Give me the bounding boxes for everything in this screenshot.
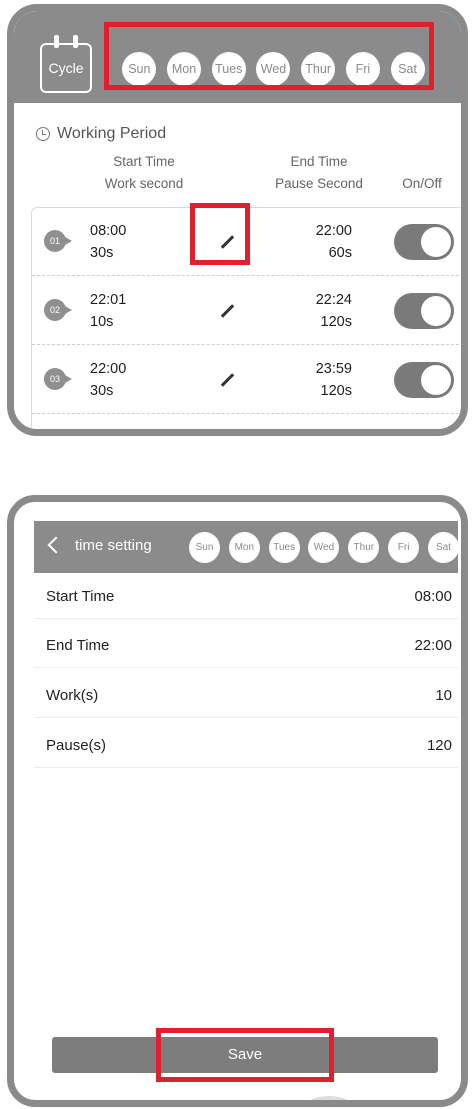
pause-seconds-value: 120 <box>426 737 452 754</box>
row-start-time: 22:00 <box>90 361 127 377</box>
period-row-3: 03 22:00 30s 23:59 120s <box>32 346 461 414</box>
day-thur[interactable]: Thur <box>301 52 336 86</box>
day-thur[interactable]: Thur <box>348 531 380 563</box>
row-on-off-toggle[interactable] <box>394 293 454 329</box>
row-work-seconds: 10s <box>90 314 114 330</box>
work-seconds-label: Work(s) <box>46 687 99 704</box>
on-off-header: On/Off <box>402 176 442 191</box>
row-number-badge: 03 <box>44 368 72 390</box>
start-time-header: Start Time <box>113 154 175 169</box>
start-column-header: Start Time Work second <box>74 151 214 195</box>
cycle-label: Cycle <box>48 60 84 76</box>
row-number-badge: 02 <box>44 299 72 321</box>
edit-pencil-icon[interactable] <box>220 235 235 249</box>
row-pause-seconds: 60s <box>328 245 352 261</box>
home-indicator <box>304 1096 354 1100</box>
row-end-time: 22:24 <box>315 292 352 308</box>
cycle-header: Cycle Sun Mon Tues Wed Thur Fri Sat <box>14 11 461 103</box>
day-fri[interactable]: Fri <box>345 52 380 86</box>
row-start-time: 08:00 <box>90 223 127 239</box>
day-sat[interactable]: Sat <box>427 531 459 563</box>
day-mon[interactable]: Mon <box>167 52 202 86</box>
time-setting-panel: time setting Sun Mon Tues Wed Thur Fri S… <box>7 495 468 1107</box>
start-time-value: 08:00 <box>414 588 452 605</box>
day-tues[interactable]: Tues <box>268 531 300 563</box>
end-time-label: End Time <box>46 637 110 654</box>
day-selector: Sun Mon Tues Wed Thur Fri Sat <box>189 531 459 563</box>
end-time-value: 22:00 <box>414 637 452 654</box>
day-selector: Sun Mon Tues Wed Thur Fri Sat <box>111 45 436 93</box>
day-wed[interactable]: Wed <box>308 531 340 563</box>
day-sat[interactable]: Sat <box>390 52 425 86</box>
start-time-row[interactable]: Start Time 08:00 <box>34 573 458 619</box>
work-seconds-row[interactable]: Work(s) 10 <box>34 672 458 718</box>
time-setting-title: time setting <box>75 537 152 554</box>
clock-icon <box>36 127 50 141</box>
end-time-row[interactable]: End Time 22:00 <box>34 622 458 668</box>
edit-pencil-icon[interactable] <box>220 373 235 387</box>
row-end-time: 23:59 <box>315 361 352 377</box>
edit-pencil-icon[interactable] <box>220 304 235 318</box>
row-work-seconds: 30s <box>90 383 114 399</box>
row-pause-seconds: 120s <box>320 383 352 399</box>
cycle-calendar-button[interactable]: Cycle <box>40 35 92 93</box>
day-fri[interactable]: Fri <box>388 531 420 563</box>
row-pause-seconds: 120s <box>320 314 352 330</box>
day-tues[interactable]: Tues <box>211 52 246 86</box>
pause-second-header: Pause Second <box>275 176 363 191</box>
row-start-time: 22:01 <box>90 292 127 308</box>
calendar-ring-icon <box>73 35 78 48</box>
row-on-off-toggle[interactable] <box>394 362 454 398</box>
row-on-off-toggle[interactable] <box>394 224 454 260</box>
row-work-seconds: 30s <box>90 245 114 261</box>
calendar-ring-icon <box>54 35 59 48</box>
time-setting-header: time setting Sun Mon Tues Wed Thur Fri S… <box>34 521 459 573</box>
row-number-badge: 01 <box>44 230 72 252</box>
work-second-header: Work second <box>104 176 184 191</box>
day-wed[interactable]: Wed <box>256 52 291 86</box>
period-row-2: 02 22:01 10s 22:24 120s <box>32 277 461 345</box>
day-sun[interactable]: Sun <box>122 52 157 86</box>
day-mon[interactable]: Mon <box>228 531 260 563</box>
back-chevron-icon[interactable] <box>47 536 65 554</box>
working-period-label: Working Period <box>57 125 167 142</box>
work-seconds-value: 10 <box>435 687 452 704</box>
pause-seconds-label: Pause(s) <box>46 737 107 754</box>
end-time-header: End Time <box>290 154 348 169</box>
end-column-header: End Time Pause Second <box>259 151 379 195</box>
period-list: 01 08:00 30s 22:00 60s 02 22:01 10s 22:2… <box>31 207 461 429</box>
working-period-panel: Cycle Sun Mon Tues Wed Thur Fri Sat Work… <box>7 4 468 436</box>
row-end-time: 22:00 <box>315 223 352 239</box>
pause-seconds-row[interactable]: Pause(s) 120 <box>34 722 458 768</box>
save-label: Save <box>227 1046 263 1063</box>
start-time-label: Start Time <box>46 588 115 605</box>
day-sun[interactable]: Sun <box>189 531 220 563</box>
period-row-1: 01 08:00 30s 22:00 60s <box>32 208 461 276</box>
working-period-title: Working Period <box>36 125 166 143</box>
save-button[interactable]: Save <box>52 1037 438 1073</box>
